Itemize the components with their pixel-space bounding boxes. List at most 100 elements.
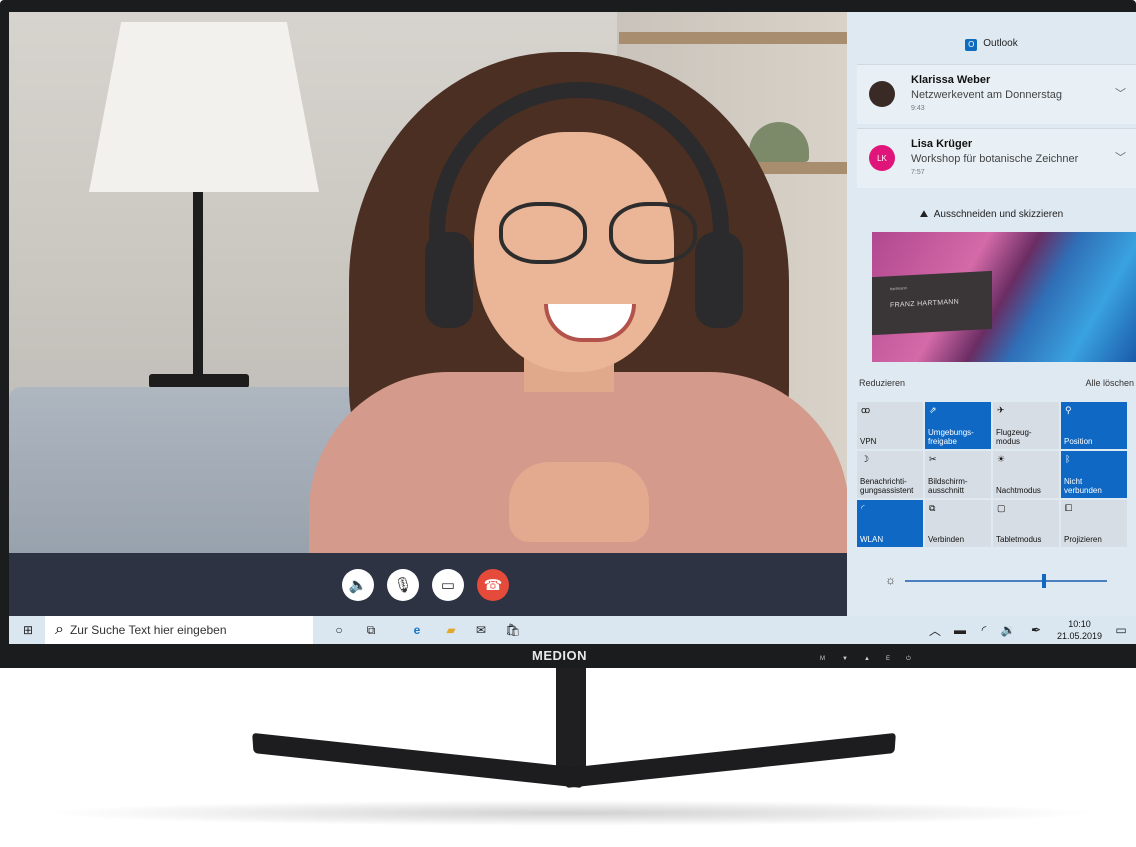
- action-center-button[interactable]: ▭: [1111, 616, 1131, 644]
- monitor-screen: 🔈 🎙 ▭ ☎ O Outlook Klarissa Weber Netzwerk…: [9, 12, 1136, 644]
- chevron-down-icon[interactable]: ﹀: [1115, 85, 1126, 101]
- product-photo: 🔈 🎙 ▭ ☎ O Outlook Klarissa Weber Netzwerk…: [0, 0, 1136, 847]
- mail-button[interactable]: ✉: [469, 616, 493, 644]
- tile-focus-assist[interactable]: ☽ Benachrichti- gungsassistent: [857, 451, 923, 498]
- battery-button[interactable]: ▬: [951, 616, 969, 644]
- osd-button[interactable]: E: [886, 656, 890, 662]
- mail-icon: ✉: [475, 623, 487, 637]
- file-explorer-button[interactable]: ▰: [439, 616, 463, 644]
- camera-button[interactable]: ▭: [432, 569, 464, 601]
- business-card-name: FRANZ HARTMANN: [890, 298, 960, 310]
- notification-icon: ▭: [1115, 623, 1127, 637]
- start-button[interactable]: ⊞: [15, 616, 41, 644]
- brand-logo: MEDION: [532, 648, 587, 663]
- speaker-icon: 🔉: [1000, 623, 1016, 637]
- clock-date: 21.05.2019: [1057, 631, 1103, 641]
- task-view-icon: ⧉: [366, 622, 376, 637]
- lamp-base: [149, 374, 249, 388]
- video-call-feed: [9, 12, 847, 553]
- battery-icon: ▬: [954, 623, 966, 637]
- tile-project[interactable]: ⧠ Projizieren: [1061, 500, 1127, 547]
- outlook-icon: O: [965, 39, 978, 51]
- osd-button[interactable]: ▲: [864, 656, 870, 662]
- location-icon: ⚲: [1065, 405, 1072, 415]
- cortana-icon: ○: [335, 623, 343, 637]
- tile-vpn[interactable]: ꝏ VPN: [857, 402, 923, 449]
- pen-workspace-button[interactable]: ✒: [1025, 616, 1047, 644]
- headset-earcup: [695, 232, 743, 328]
- hang-up-icon: ☎: [483, 577, 503, 594]
- notification-card[interactable]: Klarissa Weber Netzwerkevent am Donnerst…: [857, 64, 1136, 124]
- vpn-icon: ꝏ: [861, 405, 871, 415]
- wifi-icon: ◜: [861, 503, 865, 513]
- tile-connect[interactable]: ⧉ Verbinden: [925, 500, 991, 547]
- person-hands: [509, 462, 649, 542]
- collapse-link[interactable]: Reduzieren: [859, 378, 905, 388]
- notification-subject: Netzwerkevent am Donnerstag: [911, 89, 1063, 101]
- caller-person: [309, 42, 847, 553]
- osd-button[interactable]: ⏻: [906, 656, 911, 663]
- chevron-up-icon: ︿: [928, 623, 941, 638]
- folder-icon: ▰: [446, 623, 456, 637]
- floor-shadow: [40, 800, 1100, 826]
- taskbar-clock[interactable]: 10:10 21.05.2019: [1057, 618, 1102, 642]
- project-icon: ⧠: [1065, 503, 1073, 513]
- tile-wlan[interactable]: ◜ WLAN: [857, 500, 923, 547]
- tile-nearby-sharing[interactable]: ⇗ Umgebungs- freigabe: [925, 402, 991, 449]
- video-camera-icon: ▭: [440, 577, 456, 594]
- notification-sender: Klarissa Weber: [911, 74, 991, 86]
- moon-icon: ☽: [861, 454, 870, 464]
- chevron-down-icon[interactable]: ﹀: [1115, 149, 1126, 165]
- speaker-button[interactable]: 🔈: [342, 569, 374, 601]
- store-button[interactable]: 🛍: [501, 616, 525, 644]
- snip-icon: ✂: [929, 454, 937, 464]
- tile-tablet-mode[interactable]: ▢ Tabletmodus: [993, 500, 1059, 547]
- clock-time: 10:10: [1068, 619, 1091, 629]
- snip-preview-image[interactable]: hartmann FRANZ HARTMANN: [872, 232, 1136, 362]
- pen-icon: ✒: [1030, 623, 1042, 637]
- lamp-shade: [89, 22, 319, 192]
- snip-group-header: ⛰ Ausschneiden und skizzieren: [919, 209, 1064, 220]
- clear-all-link[interactable]: Alle löschen: [1085, 378, 1134, 388]
- share-icon: ⇗: [929, 405, 937, 415]
- search-icon: ⌕: [55, 621, 64, 638]
- brightness-slider-thumb[interactable]: [1042, 574, 1046, 588]
- tray-overflow-button[interactable]: ︿: [927, 616, 943, 644]
- sun-icon: ☀: [997, 454, 1006, 464]
- cortana-button[interactable]: ○: [327, 616, 351, 644]
- brightness-slider[interactable]: [905, 580, 1107, 582]
- brightness-icon: ☼: [885, 573, 896, 587]
- avatar: [869, 81, 895, 107]
- microphone-icon: 🎙: [393, 577, 413, 594]
- tile-location[interactable]: ⚲ Position: [1061, 402, 1127, 449]
- business-card: hartmann FRANZ HARTMANN: [872, 270, 992, 336]
- notification-card[interactable]: LK Lisa Krüger Workshop für botanische Z…: [857, 128, 1136, 188]
- volume-button[interactable]: 🔉: [999, 616, 1017, 644]
- notification-subject: Workshop für botanische Zeichner: [911, 153, 1079, 165]
- tile-screen-snip[interactable]: ✂ Bildschirm- ausschnitt: [925, 451, 991, 498]
- task-view-button[interactable]: ⧉: [359, 616, 383, 644]
- monitor-stand-foot: [565, 732, 896, 789]
- osd-button[interactable]: ▼: [842, 656, 848, 662]
- osd-button[interactable]: M: [820, 656, 825, 662]
- edge-icon: e: [413, 623, 421, 637]
- monitor-bezel: 🔈 🎙 ▭ ☎ O Outlook Klarissa Weber Netzwerk…: [0, 0, 1136, 668]
- end-call-button[interactable]: ☎: [477, 569, 509, 601]
- notification-time: 9:43: [911, 105, 925, 112]
- snip-sketch-icon: ⛰: [919, 209, 934, 220]
- search-placeholder: Zur Suche Text hier eingeben: [69, 623, 227, 637]
- microphone-button[interactable]: 🎙: [387, 569, 419, 601]
- search-box[interactable]: ⌕ Zur Suche Text hier eingeben: [45, 616, 313, 644]
- edge-button[interactable]: e: [405, 616, 429, 644]
- wifi-icon: ◜: [981, 623, 987, 637]
- network-button[interactable]: ◜: [975, 616, 993, 644]
- tile-night-light[interactable]: ☀ Nachtmodus: [993, 451, 1059, 498]
- taskbar: ⊞ ⌕ Zur Suche Text hier eingeben ○ ⧉ e ▰…: [9, 616, 1136, 644]
- airplane-icon: ✈: [997, 405, 1005, 415]
- bluetooth-icon: ᛒ: [1065, 454, 1071, 464]
- avatar: LK: [869, 145, 895, 171]
- quick-actions-grid: ꝏ VPN ⇗ Umgebungs- freigabe ✈ Flugzeug- mod…: [857, 402, 1136, 547]
- tile-bluetooth[interactable]: ᛒ Nicht verbunden: [1061, 451, 1127, 498]
- tile-airplane-mode[interactable]: ✈ Flugzeug- modus: [993, 402, 1059, 449]
- windows-logo-icon: ⊞: [22, 623, 34, 637]
